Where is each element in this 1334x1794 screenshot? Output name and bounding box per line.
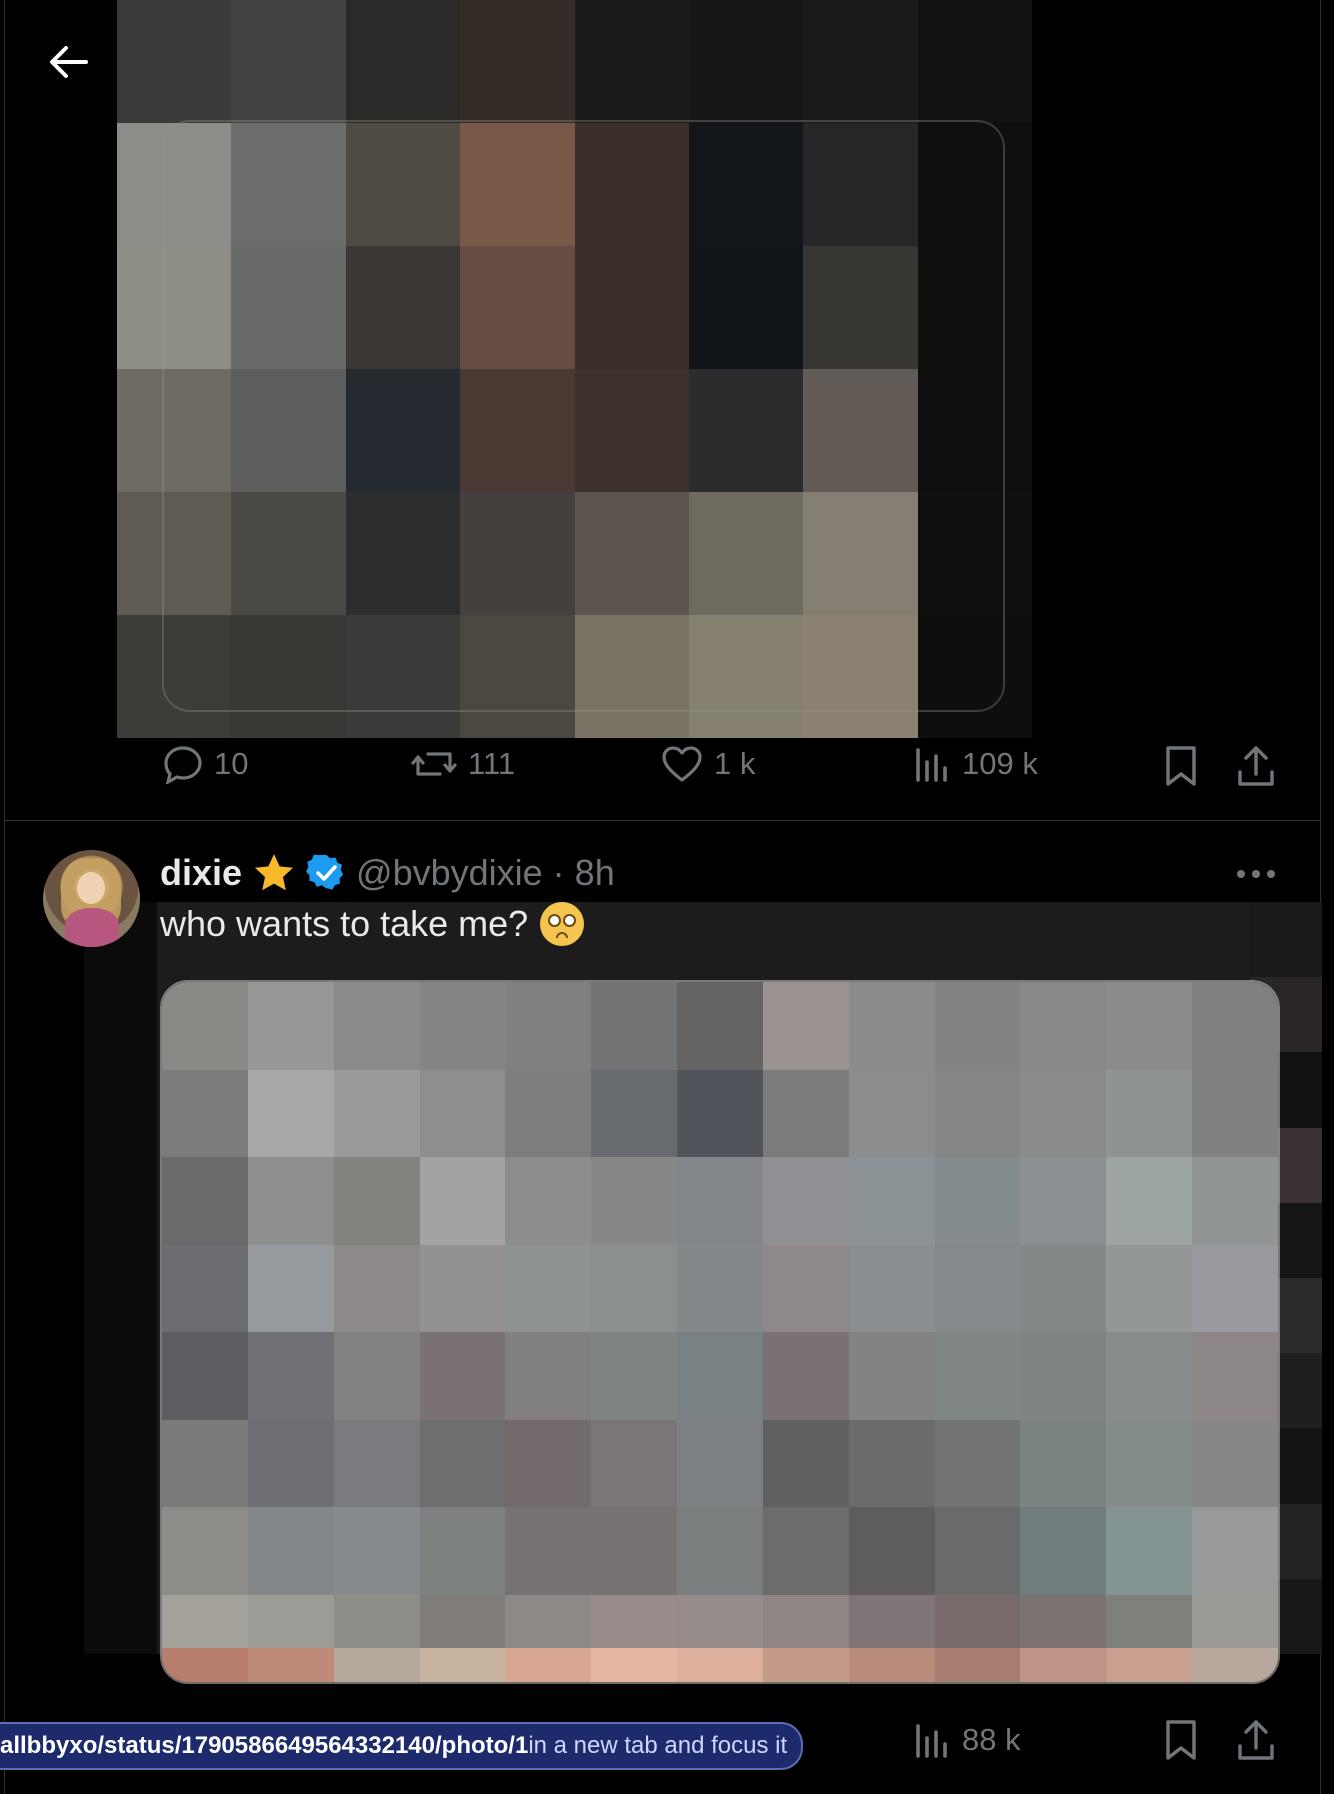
- star-icon: [255, 854, 294, 891]
- post2-text: who wants to take me?: [160, 902, 585, 946]
- post-divider: [4, 820, 1321, 821]
- bookmark-button[interactable]: [1162, 744, 1200, 788]
- column-border-left: [4, 0, 5, 1794]
- back-button[interactable]: [40, 34, 96, 90]
- bookmark-icon: [1166, 746, 1196, 786]
- analytics-icon: [916, 748, 947, 782]
- views-button-2[interactable]: 88 k: [912, 1720, 1021, 1760]
- more-options-button[interactable]: [1232, 856, 1280, 892]
- post-text: who wants to take me?: [160, 903, 529, 944]
- reply-icon: [164, 746, 202, 784]
- author-name[interactable]: dixie: [160, 852, 242, 894]
- arrow-left-icon: [50, 46, 88, 78]
- views-count-2: 88 k: [962, 1722, 1021, 1757]
- more-horizontal-icon: [1237, 870, 1275, 878]
- status-suffix: in a new tab and focus it: [528, 1732, 788, 1759]
- reply-count: 10: [214, 746, 249, 781]
- browser-status-bar: allbbyxo/status/1790586649564332140/phot…: [0, 1722, 804, 1770]
- post2-header: dixie @bvbydixie · 8h: [160, 848, 615, 898]
- views-count: 109 k: [962, 746, 1038, 781]
- repost-count: 111: [468, 746, 516, 781]
- reply-button[interactable]: 10: [162, 744, 248, 784]
- post1-media-image[interactable]: [117, 0, 1032, 738]
- share-icon: [1238, 1720, 1274, 1760]
- repost-button[interactable]: 111: [410, 744, 515, 784]
- analytics-icon: [916, 1724, 947, 1758]
- share-button[interactable]: [1236, 744, 1276, 788]
- heart-icon: [662, 746, 702, 782]
- avatar[interactable]: [43, 850, 140, 947]
- author-handle-time[interactable]: @bvbydixie · 8h: [356, 852, 615, 894]
- share-button-2[interactable]: [1236, 1718, 1276, 1762]
- repost-icon: [411, 752, 457, 776]
- pleading-face-emoji: [540, 902, 585, 946]
- like-count: 1 k: [714, 746, 756, 781]
- post2-media-image[interactable]: [160, 980, 1280, 1684]
- like-button[interactable]: 1 k: [660, 744, 755, 784]
- verified-badge-icon: [306, 854, 344, 890]
- bookmark-icon: [1166, 1720, 1196, 1760]
- share-icon: [1238, 746, 1274, 786]
- status-url: allbbyxo/status/1790586649564332140/phot…: [0, 1732, 529, 1759]
- bookmark-button-2[interactable]: [1162, 1718, 1200, 1762]
- views-button[interactable]: 109 k: [912, 744, 1038, 784]
